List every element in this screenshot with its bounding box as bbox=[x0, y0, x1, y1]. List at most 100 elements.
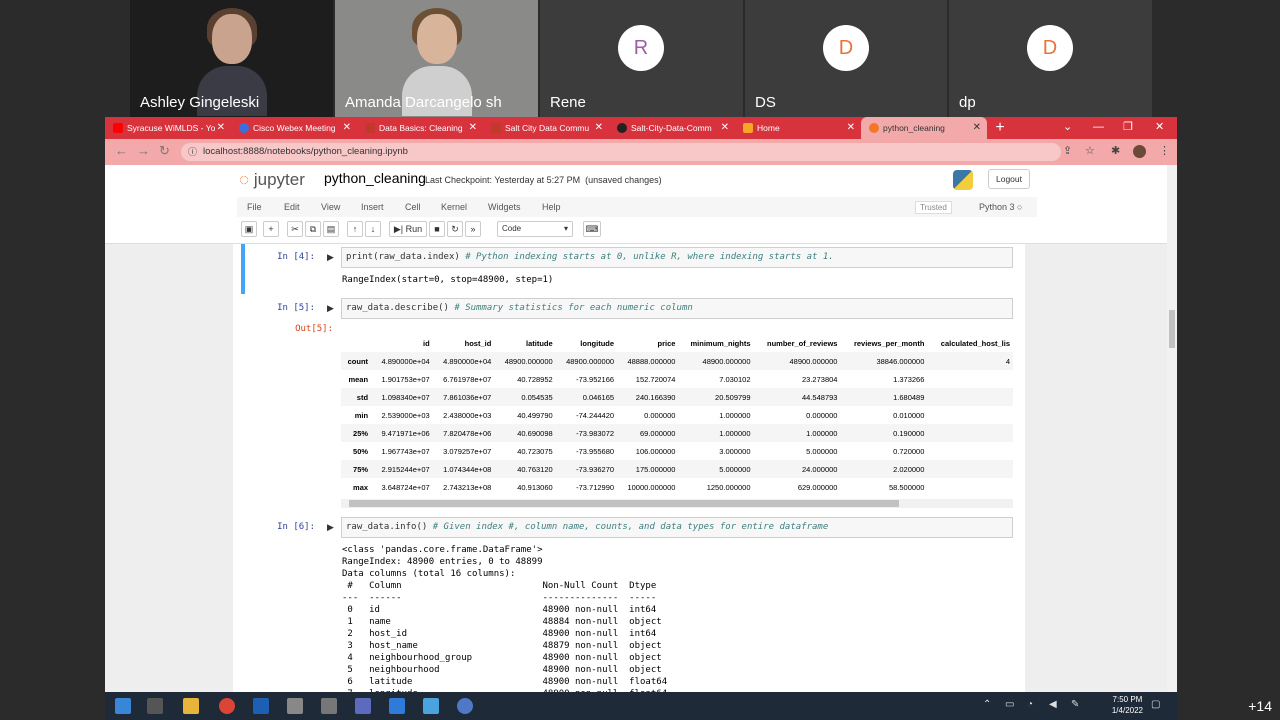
close-icon[interactable]: ✕ bbox=[595, 117, 603, 139]
r-icon[interactable] bbox=[457, 698, 473, 714]
browser-tab[interactable]: Salt City Data Commu ✕ bbox=[483, 117, 609, 139]
copy-icon[interactable]: ⧉ bbox=[305, 221, 321, 237]
move-down-icon[interactable]: ↓ bbox=[365, 221, 381, 237]
scrollbar-thumb[interactable] bbox=[1169, 310, 1175, 348]
run-cell-icon[interactable]: ▶ bbox=[327, 522, 334, 533]
more-participants-count[interactable]: +14 bbox=[1248, 698, 1272, 714]
menu-edit[interactable]: Edit bbox=[284, 197, 300, 217]
volume-icon[interactable]: ◀ bbox=[1049, 699, 1057, 710]
reload-icon[interactable]: ↻ bbox=[159, 143, 170, 159]
jupyter-logo[interactable]: ◌ jupyter bbox=[239, 170, 305, 190]
share-icon[interactable]: ⇪ bbox=[1063, 144, 1072, 157]
participant-tile[interactable]: Amanda Darcangelo sh bbox=[335, 0, 538, 117]
paste-icon[interactable]: ▤ bbox=[323, 221, 339, 237]
chrome-icon[interactable] bbox=[219, 698, 235, 714]
menu-kernel[interactable]: Kernel bbox=[441, 197, 467, 217]
close-icon[interactable]: ✕ bbox=[721, 117, 729, 139]
browser-tab[interactable]: Syracuse WiMLDS - Yo ✕ bbox=[105, 117, 231, 139]
windows-start-icon[interactable] bbox=[115, 698, 131, 714]
run-cell-icon[interactable]: ▶ bbox=[327, 303, 334, 314]
maximize-icon[interactable]: ❐ bbox=[1123, 117, 1133, 137]
close-icon[interactable]: ✕ bbox=[343, 117, 351, 139]
task-view-icon[interactable] bbox=[147, 698, 163, 714]
fast-forward-icon[interactable]: » bbox=[465, 221, 481, 237]
close-icon[interactable]: ✕ bbox=[847, 117, 855, 139]
scrollbar-thumb[interactable] bbox=[349, 500, 899, 507]
browser-tab[interactable]: Data Basics: Cleaning ✕ bbox=[357, 117, 483, 139]
jupyter-tab-icon bbox=[743, 123, 753, 133]
participant-tile[interactable]: D dp bbox=[949, 0, 1152, 117]
browser-tab-active[interactable]: python_cleaning ✕ bbox=[861, 117, 987, 139]
tab-search-icon[interactable]: ⌄ bbox=[1063, 117, 1072, 137]
tray-chevron-icon[interactable]: ⌃ bbox=[983, 699, 991, 710]
file-explorer-icon[interactable] bbox=[183, 698, 199, 714]
notifications-icon[interactable]: ▢ bbox=[1151, 699, 1160, 710]
bookmark-star-icon[interactable]: ☆ bbox=[1085, 144, 1095, 157]
insert-cell-icon[interactable]: + bbox=[263, 221, 279, 237]
run-cell-icon[interactable]: ▶ bbox=[327, 252, 334, 263]
back-icon[interactable]: ← bbox=[115, 143, 128, 158]
new-tab-button[interactable]: + bbox=[987, 117, 1013, 139]
close-icon[interactable]: ✕ bbox=[469, 117, 477, 139]
minimize-icon[interactable]: — bbox=[1093, 117, 1104, 137]
menu-help[interactable]: Help bbox=[542, 197, 561, 217]
browser-tab[interactable]: Home ✕ bbox=[735, 117, 861, 139]
terminal-icon[interactable] bbox=[253, 698, 269, 714]
output-prompt: Out[5]: bbox=[295, 324, 333, 334]
menu-icon[interactable]: ⋮ bbox=[1159, 144, 1170, 157]
participant-tile[interactable]: Ashley Gingeleski bbox=[130, 0, 333, 117]
calculator-icon[interactable] bbox=[321, 698, 337, 714]
close-window-icon[interactable]: ✕ bbox=[1155, 117, 1164, 137]
profile-avatar[interactable] bbox=[1133, 145, 1146, 158]
forward-icon[interactable]: → bbox=[137, 143, 150, 158]
url-field[interactable]: ⓘ localhost:8888/notebooks/python_cleanin… bbox=[181, 143, 1061, 161]
trusted-badge[interactable]: Trusted bbox=[915, 201, 952, 214]
kernel-indicator[interactable]: Python 3 ○ bbox=[979, 197, 1022, 217]
table-cell: -73.952166 bbox=[576, 374, 615, 384]
vertical-scrollbar[interactable] bbox=[1167, 165, 1177, 692]
browser-tab[interactable]: Cisco Webex Meeting ✕ bbox=[231, 117, 357, 139]
tab-label: Syracuse WiMLDS - Yo bbox=[127, 123, 216, 133]
menu-cell[interactable]: Cell bbox=[405, 197, 421, 217]
index-header bbox=[341, 334, 371, 352]
keyboard-icon[interactable]: ⌨ bbox=[583, 221, 601, 237]
participant-tile[interactable]: D DS bbox=[745, 0, 947, 117]
pen-icon[interactable]: ✎ bbox=[1071, 699, 1079, 710]
table-cell: 1.373266 bbox=[893, 374, 925, 384]
avatar: D bbox=[1027, 25, 1073, 71]
cell-type-select[interactable]: Code ▾ bbox=[497, 221, 573, 237]
horizontal-scrollbar[interactable] bbox=[341, 499, 1013, 508]
code-cell-input[interactable]: raw_data.describe() # Summary statistics… bbox=[341, 298, 1013, 319]
run-button[interactable]: ▶| Run bbox=[389, 221, 427, 237]
notebook-name[interactable]: python_cleaning bbox=[324, 170, 426, 186]
browser-tab[interactable]: Salt-City-Data-Comm ✕ bbox=[609, 117, 735, 139]
table-cell: 48900.000000 bbox=[555, 352, 618, 370]
code-cell-input[interactable]: raw_data.info() # Given index #, column … bbox=[341, 517, 1013, 538]
menu-file[interactable]: File bbox=[247, 197, 262, 217]
clock[interactable]: 7:50 PM 1/4/2022 bbox=[1112, 694, 1143, 716]
tab-label: Cisco Webex Meeting bbox=[253, 123, 336, 133]
extensions-icon[interactable]: ✱ bbox=[1111, 144, 1120, 157]
menu-view[interactable]: View bbox=[321, 197, 340, 217]
move-up-icon[interactable]: ↑ bbox=[347, 221, 363, 237]
app-icon[interactable] bbox=[423, 698, 439, 714]
menu-widgets[interactable]: Widgets bbox=[488, 197, 521, 217]
logout-button[interactable]: Logout bbox=[988, 169, 1030, 189]
participant-tile[interactable]: R Rene bbox=[540, 0, 743, 117]
restart-icon[interactable]: ↻ bbox=[447, 221, 463, 237]
battery-icon[interactable]: ▭ bbox=[1005, 699, 1014, 710]
close-icon[interactable]: ✕ bbox=[217, 117, 225, 139]
mail-icon[interactable] bbox=[389, 698, 405, 714]
app-icon[interactable] bbox=[355, 698, 371, 714]
code-text: print(raw_data.index) bbox=[346, 252, 460, 262]
menu-insert[interactable]: Insert bbox=[361, 197, 384, 217]
save-icon[interactable]: ▣ bbox=[241, 221, 257, 237]
cut-icon[interactable]: ✂ bbox=[287, 221, 303, 237]
participant-name: Ashley Gingeleski bbox=[140, 94, 260, 111]
close-icon[interactable]: ✕ bbox=[973, 117, 981, 139]
stop-icon[interactable]: ■ bbox=[429, 221, 445, 237]
code-cell-input[interactable]: print(raw_data.index) # Python indexing … bbox=[341, 247, 1013, 268]
window-icon[interactable] bbox=[287, 698, 303, 714]
tab-label: Salt City Data Commu bbox=[505, 123, 590, 133]
network-icon[interactable]: ◔ bbox=[1027, 699, 1033, 710]
